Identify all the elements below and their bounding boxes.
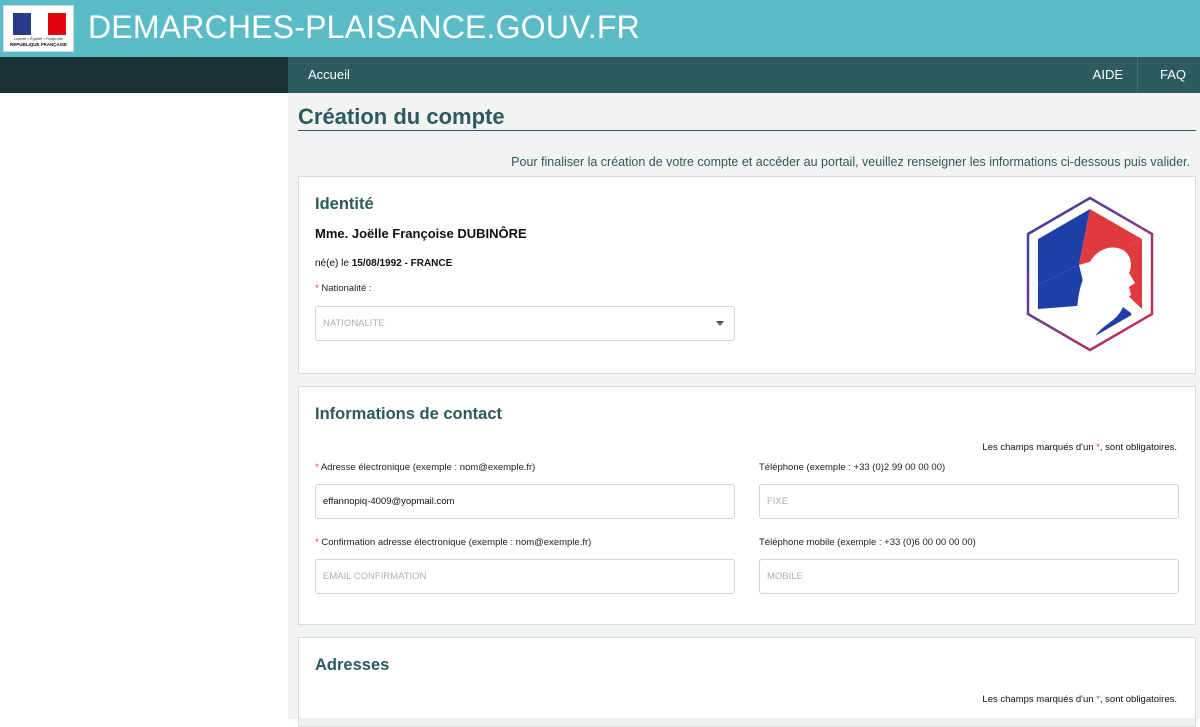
republique-francaise-logo[interactable]: Liberté • Égalité • Fraternité RÉPUBLIQU… (3, 5, 74, 52)
marianne-flag-icon (13, 13, 67, 35)
contact-panel: Informations de contact Les champs marqu… (298, 386, 1196, 625)
nav-aide-link[interactable]: AIDE (1079, 57, 1138, 93)
email-confirm-input[interactable]: EMAIL CONFIRMATION (315, 559, 735, 594)
email-label: * Adresse électronique (exemple : nom@ex… (315, 462, 535, 473)
logo-country: RÉPUBLIQUE FRANÇAISE (9, 42, 67, 47)
birth-value: 15/08/1992 - FRANCE (351, 258, 453, 269)
addresses-title: Adresses (315, 656, 390, 674)
logo-motto: Liberté • Égalité • Fraternité (14, 36, 63, 41)
nationality-label: * Nationalité : (315, 283, 372, 294)
chevron-down-icon (716, 321, 724, 326)
email-input[interactable]: effannopiq-4009@yopmail.com (315, 484, 735, 519)
phone-input[interactable]: FIXE (759, 484, 1179, 519)
mobile-label: Téléphone mobile (exemple : +33 (0)6 00 … (759, 537, 976, 548)
top-header: Liberté • Égalité • Fraternité RÉPUBLIQU… (0, 0, 1200, 57)
marianne-emblem-icon (1026, 196, 1154, 352)
required-marker: * (315, 537, 319, 548)
required-marker: * (315, 462, 319, 473)
nationality-placeholder: NATIONALITE (323, 318, 385, 329)
identity-title: Identité (315, 195, 374, 213)
email-confirm-label-text: Confirmation adresse électronique (exemp… (321, 537, 592, 548)
page-title: Création du compte (298, 104, 505, 129)
birth-info: né(e) le 15/08/1992 - FRANCE (315, 258, 452, 269)
title-divider (298, 130, 1196, 131)
mandatory-note-text: Les champs marqués d'un (982, 694, 1094, 705)
mobile-input[interactable]: MOBILE (759, 559, 1179, 594)
intro-text: Pour finaliser la création de votre comp… (511, 155, 1190, 169)
addresses-section-bar (299, 718, 1195, 726)
required-marker: * (315, 283, 319, 294)
contact-title: Informations de contact (315, 405, 503, 423)
mandatory-note: Les champs marqués d'un *, sont obligato… (982, 442, 1177, 453)
nationality-select[interactable]: NATIONALITE (315, 306, 735, 341)
site-title[interactable]: DEMARCHES-PLAISANCE.GOUV.FR (88, 9, 640, 46)
birth-prefix: né(e) le (315, 258, 349, 269)
mandatory-note-text: Les champs marqués d'un (982, 442, 1094, 453)
main-content: Création du compte Pour finaliser la cré… (288, 93, 1200, 727)
mandatory-note: Les champs marqués d'un *, sont obligato… (982, 694, 1177, 705)
nav-home-link[interactable]: Accueil (308, 57, 350, 93)
phone-label: Téléphone (exemple : +33 (0)2 99 00 00 0… (759, 462, 946, 473)
sidebar-header-strip (0, 57, 288, 93)
email-confirm-label: * Confirmation adresse électronique (exe… (315, 537, 591, 548)
identity-panel: Identité Mme. Joëlle Françoise DUBINÔRE … (298, 176, 1196, 374)
person-name: Mme. Joëlle Françoise DUBINÔRE (315, 226, 527, 241)
mandatory-note-suffix: , sont obligatoires. (1099, 694, 1177, 705)
addresses-panel: Adresses Les champs marqués d'un *, sont… (298, 637, 1196, 727)
mandatory-note-suffix: , sont obligatoires. (1099, 442, 1177, 453)
main-nav: Accueil AIDE FAQ (288, 57, 1200, 93)
email-label-text: Adresse électronique (exemple : nom@exem… (320, 462, 536, 473)
nav-faq-link[interactable]: FAQ (1146, 57, 1200, 93)
nationality-label-text: Nationalité : (321, 283, 372, 294)
